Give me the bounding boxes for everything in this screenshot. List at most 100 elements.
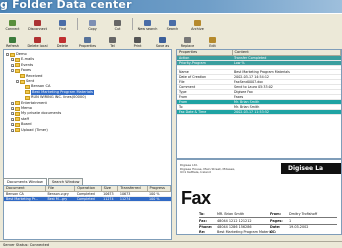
- connect-icon: [9, 20, 16, 26]
- table-row[interactable]: Best Marketing Pr... Best M...gry Complete…: [4, 196, 171, 202]
- edit-button[interactable]: Edit: [200, 33, 225, 48]
- toolbar-button-label: Cut: [114, 27, 121, 31]
- tel-button[interactable]: Tel: [100, 33, 125, 48]
- pages-label: Pages:: [270, 219, 283, 223]
- table-cell: 100 %: [147, 196, 171, 202]
- expander-icon[interactable]: +: [11, 58, 15, 62]
- properties-icon: [84, 37, 91, 43]
- tree-item-label: Memo: [21, 106, 33, 110]
- tree-item-label: Demo: [16, 52, 27, 56]
- fax-title: Fax: [181, 188, 211, 208]
- date-value: 19.03.2002: [289, 225, 309, 229]
- tree-item[interactable]: Best Marketing Program Materials: [21, 89, 94, 95]
- re-label: Re:: [199, 230, 206, 234]
- expander-icon[interactable]: -: [16, 80, 19, 84]
- folder-icon: [10, 52, 15, 57]
- tree-item[interactable]: - Faxes: [11, 68, 31, 73]
- expander-icon[interactable]: +: [11, 107, 15, 111]
- tree-item[interactable]: + Memo: [11, 106, 32, 111]
- toolbar-button-label: Properties: [78, 44, 97, 48]
- toolbar-button-label: Copy: [88, 27, 97, 31]
- table-cell: Best Marketing Pr...: [4, 196, 46, 202]
- find-button[interactable]: Find: [50, 16, 75, 31]
- toolbar-button-label: Search: [166, 27, 179, 31]
- fax-label: Fax:: [199, 219, 207, 223]
- table-cell: Completed: [74, 196, 102, 202]
- toolbar-button-label: Delete local: [27, 44, 48, 48]
- expander-icon[interactable]: -: [6, 53, 9, 57]
- cut-button[interactable]: Cut: [105, 16, 130, 31]
- expander-icon[interactable]: +: [11, 117, 15, 121]
- tree-item[interactable]: + My private documents: [11, 111, 61, 116]
- folder-icon: [15, 68, 20, 73]
- folder-icon: [20, 74, 25, 79]
- print-button[interactable]: Print: [125, 33, 150, 48]
- folder-icon: [15, 101, 20, 106]
- expander-icon[interactable]: +: [11, 63, 15, 67]
- save-as-icon: [159, 37, 166, 43]
- expander-icon[interactable]: +: [11, 123, 15, 127]
- tree-item-label: Entertainment: [21, 100, 47, 105]
- refresh-button[interactable]: Refresh: [0, 33, 25, 48]
- tree-item-label: RUN WIRING INC. lines(00000): [31, 95, 86, 100]
- find-icon: [59, 20, 66, 26]
- new-search-button[interactable]: New search: [135, 16, 160, 31]
- tree-item[interactable]: + Board: [11, 122, 32, 127]
- tree-item[interactable]: - Sent: [16, 79, 34, 84]
- expander-icon[interactable]: +: [11, 101, 15, 105]
- archive-icon: [194, 20, 201, 26]
- status-bar: Server Status: Connected: [0, 241, 342, 248]
- disconnect-button[interactable]: Disconnect: [25, 16, 50, 31]
- replace-button[interactable]: Replace: [175, 33, 200, 48]
- to-label: To:: [199, 212, 205, 216]
- tree-item[interactable]: RUN WIRING INC. lines(00000): [21, 95, 86, 100]
- tree-item[interactable]: - Demo: [6, 52, 27, 57]
- tab-documents-window[interactable]: Documents Window: [3, 178, 47, 185]
- tree-item[interactable]: + Upload (Timer): [11, 128, 48, 133]
- tree-item[interactable]: Received: [16, 74, 42, 79]
- tree-item[interactable]: + E-mails: [11, 57, 34, 62]
- toolbar-row-1: Connect Disconnect Find Copy Cut New search Se…: [0, 16, 210, 31]
- archive-button[interactable]: Archive: [185, 16, 210, 31]
- to-value: MR. Brian Smith: [217, 212, 245, 216]
- tree-item-label: Events: [21, 62, 34, 67]
- tree-item[interactable]: Benson CA: [21, 84, 50, 89]
- tab-search-window[interactable]: Search Window: [47, 178, 84, 185]
- tree-item-label: Upload (Timer): [21, 127, 48, 132]
- expander-icon[interactable]: -: [11, 69, 14, 73]
- expander-icon[interactable]: +: [11, 112, 15, 116]
- disconnect-icon: [34, 20, 41, 26]
- tree-item-label: My private documents: [21, 111, 62, 116]
- pages-value: 1: [289, 219, 292, 223]
- tree-item-label: Best Marketing Program Materials: [31, 89, 94, 95]
- window-tabs: Documents Window Search Window: [3, 178, 84, 185]
- folder-icon: [15, 122, 20, 127]
- refresh-icon: [9, 37, 16, 43]
- toolbar-button-label: Replace: [180, 44, 195, 48]
- copy-button[interactable]: Copy: [80, 16, 105, 31]
- connect-button[interactable]: Connect: [0, 16, 25, 31]
- toolbar-button-label: Print: [133, 44, 142, 48]
- delete-local-button[interactable]: Delete local: [25, 33, 50, 48]
- fax-value: 48044 1212 121212: [217, 219, 252, 223]
- search-icon: [169, 20, 176, 26]
- toolbar-button-label: Refresh: [6, 44, 19, 48]
- tree-item[interactable]: + staff: [11, 117, 29, 122]
- expander-icon[interactable]: +: [11, 128, 15, 132]
- delete-button[interactable]: Delete: [50, 33, 75, 48]
- search-button[interactable]: Search: [160, 16, 185, 31]
- folder-icon: [25, 95, 30, 100]
- tree-item-label: Board: [21, 122, 32, 127]
- toolbar-separator: [77, 17, 78, 30]
- company-logo: Digisee La: [281, 163, 341, 174]
- tree-item-label: E-mails: [21, 57, 35, 62]
- table-cell: Best M...gry: [45, 196, 75, 202]
- sender-address: Digisee Ltd. Digisee House, Main Street,…: [180, 163, 235, 175]
- tree-item[interactable]: + Entertainment: [11, 101, 47, 106]
- properties-button[interactable]: Properties: [75, 33, 100, 48]
- folder-tree[interactable]: - Demo + E-mails + Events - Faxes Received - Sent B…: [3, 49, 172, 190]
- tree-item[interactable]: + Events: [11, 63, 33, 68]
- folder-icon: [25, 90, 30, 95]
- save-as-button[interactable]: Save as: [150, 33, 175, 48]
